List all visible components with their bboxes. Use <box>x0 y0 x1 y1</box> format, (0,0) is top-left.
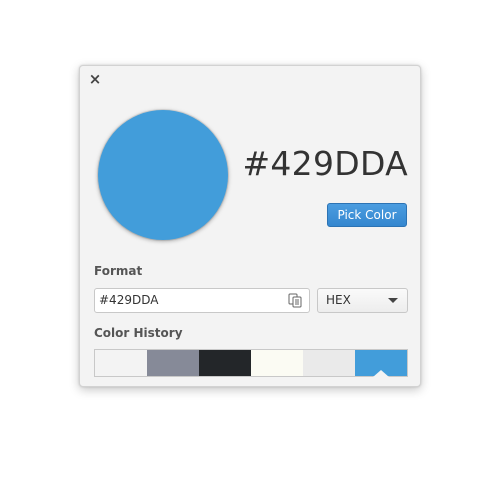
selected-indicator-icon <box>373 370 389 377</box>
copy-icon[interactable] <box>288 293 302 308</box>
format-label: Format <box>94 264 143 278</box>
format-dropdown[interactable]: HEX <box>317 288 408 313</box>
color-history-label: Color History <box>94 326 183 340</box>
history-swatch[interactable] <box>95 350 147 376</box>
history-swatch[interactable] <box>199 350 251 376</box>
history-swatch[interactable] <box>251 350 303 376</box>
history-swatch[interactable] <box>355 350 407 377</box>
format-dropdown-value: HEX <box>326 293 351 307</box>
chevron-down-icon <box>388 298 398 303</box>
hex-input[interactable]: #429DDA <box>94 288 310 313</box>
history-swatch[interactable] <box>303 350 355 376</box>
history-swatch[interactable] <box>147 350 199 376</box>
current-color-swatch <box>98 110 228 240</box>
close-button[interactable]: × <box>88 71 102 87</box>
pick-color-button[interactable]: Pick Color <box>327 203 407 227</box>
color-picker-dialog: × #429DDA Pick Color Format #429DDA HEX … <box>79 65 421 387</box>
color-history-strip <box>94 349 408 377</box>
hex-input-value: #429DDA <box>99 293 159 307</box>
hex-value-title: #429DDA <box>242 144 408 183</box>
